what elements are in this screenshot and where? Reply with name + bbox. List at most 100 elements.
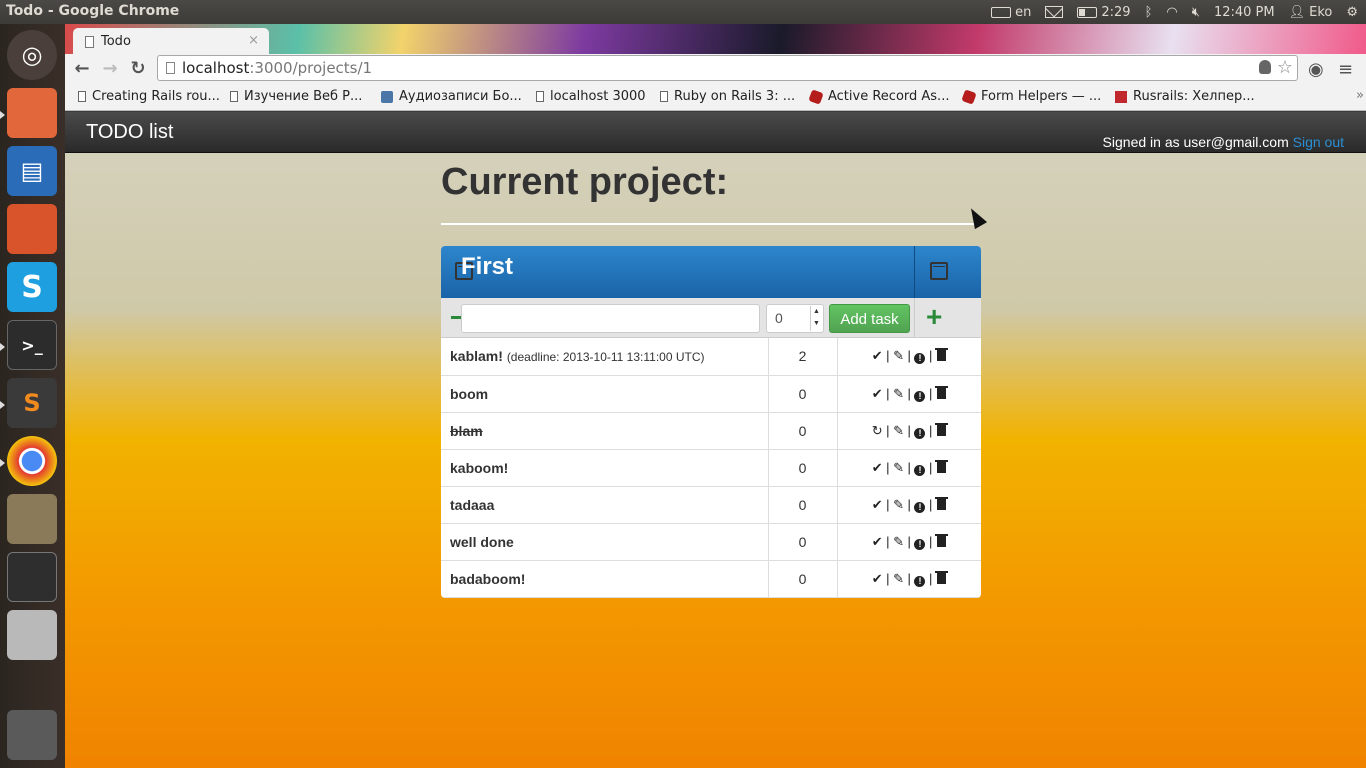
mouse-cursor xyxy=(964,204,988,230)
gear-icon[interactable]: ⚙ xyxy=(1346,5,1358,20)
workspace-switcher-icon[interactable] xyxy=(7,552,57,602)
files-icon[interactable] xyxy=(7,88,57,138)
trash-icon[interactable] xyxy=(934,348,948,363)
dash-home-icon[interactable]: ◎ xyxy=(7,30,57,80)
running-indicator xyxy=(0,459,5,467)
web-page: TODO list Signed in as user@gmail.com Si… xyxy=(65,112,1366,768)
software-center-icon[interactable] xyxy=(7,204,57,254)
skype-icon[interactable]: S xyxy=(7,262,57,312)
trash-icon[interactable] xyxy=(934,533,948,549)
separator: | xyxy=(907,459,911,475)
checkmark-icon[interactable]: ✔ xyxy=(871,571,883,587)
deadline-alert-icon[interactable]: ! xyxy=(914,571,926,587)
user-name[interactable]: Eko xyxy=(1309,5,1332,20)
usb-drive-icon[interactable] xyxy=(7,610,57,660)
separator: | xyxy=(886,348,890,364)
calendar-icon[interactable] xyxy=(930,262,948,280)
bookmarks-bar: Creating Rails rou... Изучение Веб Р... … xyxy=(65,84,1366,111)
trash-icon[interactable] xyxy=(934,422,948,438)
url-text[interactable]: localhost:3000/projects/1 xyxy=(182,59,372,77)
pencil-icon[interactable]: ✎ xyxy=(893,423,905,439)
rusrails-icon xyxy=(1115,90,1127,103)
wifi-icon[interactable]: ◠ xyxy=(1166,5,1177,20)
deadline-alert-icon[interactable]: ! xyxy=(914,497,926,513)
gimp-icon[interactable] xyxy=(7,494,57,544)
deadline-alert-icon[interactable]: ! xyxy=(914,348,926,365)
separator: | xyxy=(907,422,911,438)
page-icon xyxy=(78,91,86,102)
writer-icon[interactable]: ▤ xyxy=(7,146,57,196)
bookmark-item[interactable]: Form Helpers — ... xyxy=(961,88,1101,105)
back-icon[interactable]: ← xyxy=(71,58,93,80)
task-row: boom 0 ✔ | ✎ |! | xyxy=(441,375,981,413)
bookmark-star-icon[interactable]: ☆ xyxy=(1277,57,1293,78)
deadline-alert-icon[interactable]: ! xyxy=(914,423,926,439)
pencil-icon[interactable]: ✎ xyxy=(893,571,905,587)
add-task-button[interactable]: Add task xyxy=(829,304,910,333)
task-name-cell: tadaaa xyxy=(441,486,769,524)
checkmark-icon[interactable]: ✔ xyxy=(871,460,883,476)
volume-mute-icon[interactable]: 🔇︎ xyxy=(1192,5,1200,20)
forward-icon[interactable]: → xyxy=(99,58,121,80)
chrome-icon[interactable] xyxy=(7,436,57,486)
extension-icon[interactable]: ◉ xyxy=(1308,59,1324,80)
trash-icon[interactable] xyxy=(7,710,57,760)
deadline-alert-icon[interactable]: ! xyxy=(914,460,926,476)
battery-time[interactable]: 2:29 xyxy=(1101,5,1130,20)
pencil-icon[interactable]: ✎ xyxy=(893,534,905,550)
terminal-icon[interactable]: >_ xyxy=(7,320,57,370)
bookmark-item[interactable]: Изучение Веб Р... xyxy=(230,89,362,104)
task-row: tadaaa 0 ✔ | ✎ |! | xyxy=(441,486,981,524)
clock[interactable]: 12:40 PM xyxy=(1214,5,1275,20)
checkmark-icon[interactable]: ✔ xyxy=(871,348,883,364)
pencil-icon[interactable]: ✎ xyxy=(893,348,905,364)
trash-icon[interactable] xyxy=(934,496,948,512)
form-divider xyxy=(914,298,915,338)
checkmark-icon[interactable]: ✔ xyxy=(871,497,883,513)
deadline-alert-icon[interactable]: ! xyxy=(914,534,926,550)
tab-todo[interactable]: Todo × xyxy=(73,28,269,55)
lightbulb-icon[interactable] xyxy=(1259,60,1271,74)
task-name-cell: blam xyxy=(441,412,769,450)
separator: | xyxy=(928,385,933,401)
checkmark-icon[interactable]: ✔ xyxy=(871,386,883,402)
keyboard-icon[interactable] xyxy=(991,6,1012,18)
pencil-icon[interactable]: ✎ xyxy=(893,497,905,513)
checkmark-icon[interactable]: ✔ xyxy=(871,534,883,550)
deadline-alert-icon[interactable]: ! xyxy=(914,386,926,402)
minus-icon[interactable] xyxy=(451,316,461,319)
pencil-icon[interactable]: ✎ xyxy=(893,460,905,476)
task-row: well done 0 ✔ | ✎ |! | xyxy=(441,523,981,561)
trash-icon[interactable] xyxy=(934,570,948,586)
bookmark-item[interactable]: Аудиозаписи Бо... xyxy=(381,89,522,104)
bookmark-item[interactable]: localhost 3000 xyxy=(536,89,646,104)
trash-icon[interactable] xyxy=(934,385,948,401)
task-table: kablam! (deadline: 2013-10-11 13:11:00 U… xyxy=(441,338,981,598)
menu-icon[interactable]: ≡ xyxy=(1338,59,1353,80)
mail-icon[interactable] xyxy=(1045,6,1064,18)
trash-icon[interactable] xyxy=(934,459,948,475)
bookmark-item[interactable]: Active Record As... xyxy=(808,88,949,105)
priority-stepper[interactable]: 0 ▲ ▼ xyxy=(766,304,824,333)
running-indicator xyxy=(0,401,5,409)
pencil-icon[interactable]: ✎ xyxy=(893,386,905,402)
task-priority: 0 xyxy=(768,560,838,598)
stepper-arrows-icon[interactable]: ▲ ▼ xyxy=(810,306,822,331)
undo-icon[interactable]: ↻ xyxy=(871,423,883,439)
user-icon[interactable]: 👤︎ xyxy=(1289,5,1306,20)
address-bar[interactable]: localhost:3000/projects/1 ☆ xyxy=(157,55,1298,81)
sublime-text-icon[interactable]: S xyxy=(7,378,57,428)
plus-icon[interactable]: + xyxy=(926,302,942,332)
task-name-input[interactable] xyxy=(461,304,760,333)
bluetooth-icon[interactable]: ᛒ xyxy=(1145,5,1153,20)
battery-icon[interactable] xyxy=(1077,6,1098,18)
app-brand[interactable]: TODO list xyxy=(86,121,173,144)
bookmark-item[interactable]: Rusrails: Хелпер... xyxy=(1115,89,1255,104)
bookmark-item[interactable]: Ruby on Rails 3: ... xyxy=(660,89,795,104)
reload-icon[interactable]: ↻ xyxy=(127,58,149,80)
keyboard-layout[interactable]: en xyxy=(1015,5,1031,20)
sign-out-link[interactable]: Sign out xyxy=(1293,134,1344,150)
bookmarks-overflow-button[interactable]: » xyxy=(1356,88,1364,103)
bookmark-item[interactable]: Creating Rails rou... xyxy=(78,89,220,104)
close-tab-icon[interactable]: × xyxy=(248,33,259,48)
